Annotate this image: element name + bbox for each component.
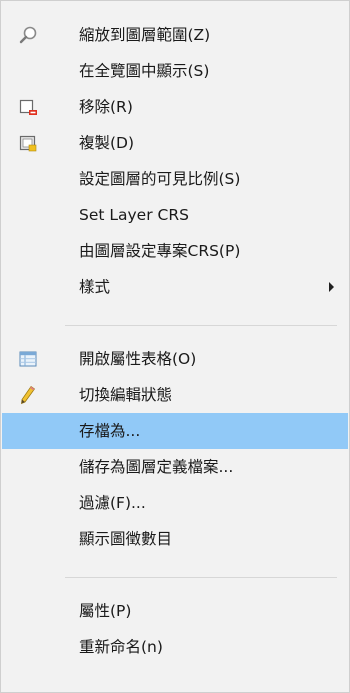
menu-item-label: Set Layer CRS	[79, 206, 189, 224]
menu-item-label: 過濾(F)...	[79, 494, 146, 512]
menu-item-label: 重新命名(n)	[79, 638, 163, 656]
menu-item-duplicate[interactable]: 複製(D)	[2, 125, 348, 161]
menu-item-label: 移除(R)	[79, 98, 133, 116]
zoom-icon	[19, 26, 37, 44]
menu-item-label: 在全覽圖中顯示(S)	[79, 62, 210, 80]
menu-item-label: 設定圖層的可見比例(S)	[79, 170, 241, 188]
menu-item-save-layer-definition[interactable]: 儲存為圖層定義檔案...	[2, 449, 348, 485]
duplicate-layer-icon	[19, 135, 37, 152]
menu-item-zoom-to-layer[interactable]: 縮放到圖層範圍(Z)	[2, 17, 348, 53]
menu-item-toggle-editing[interactable]: 切換編輯狀態	[2, 377, 348, 413]
menu-item-properties[interactable]: 屬性(P)	[2, 593, 348, 629]
menu-item-label: 縮放到圖層範圍(Z)	[79, 26, 211, 44]
menu-item-rename[interactable]: 重新命名(n)	[2, 629, 348, 665]
menu-item-show-in-overview[interactable]: 在全覽圖中顯示(S)	[2, 53, 348, 89]
remove-layer-icon	[19, 99, 37, 115]
menu-separator	[65, 577, 337, 578]
menu-item-label: 切換編輯狀態	[79, 386, 173, 404]
menu-item-save-as[interactable]: 存檔為...	[2, 413, 348, 449]
menu-item-set-scale-visibility[interactable]: 設定圖層的可見比例(S)	[2, 161, 348, 197]
layer-context-menu: 縮放到圖層範圍(Z) 在全覽圖中顯示(S) 移除(R) 複製(D) 設定圖層的可…	[0, 0, 350, 693]
menu-item-label: 由圖層設定專案CRS(P)	[79, 242, 241, 260]
menu-item-label: 開啟屬性表格(O)	[79, 350, 197, 368]
menu-item-remove[interactable]: 移除(R)	[2, 89, 348, 125]
menu-item-set-layer-crs[interactable]: Set Layer CRS	[2, 197, 348, 233]
menu-item-show-feature-count[interactable]: 顯示圖徵數目	[2, 521, 348, 557]
menu-separator	[65, 325, 337, 326]
menu-item-label: 屬性(P)	[79, 602, 132, 620]
menu-item-open-attribute-table[interactable]: 開啟屬性表格(O)	[2, 341, 348, 377]
menu-item-label: 複製(D)	[79, 134, 135, 152]
attribute-table-icon	[19, 351, 37, 367]
menu-item-label: 樣式	[79, 278, 111, 296]
menu-item-filter[interactable]: 過濾(F)...	[2, 485, 348, 521]
submenu-arrow-icon	[329, 282, 334, 292]
pencil-icon	[21, 385, 36, 405]
menu-item-styles[interactable]: 樣式	[2, 269, 348, 305]
menu-item-label: 顯示圖徵數目	[79, 530, 173, 548]
menu-item-label: 儲存為圖層定義檔案...	[79, 458, 234, 476]
menu-item-label: 存檔為...	[79, 422, 141, 440]
menu-item-set-project-crs[interactable]: 由圖層設定專案CRS(P)	[2, 233, 348, 269]
